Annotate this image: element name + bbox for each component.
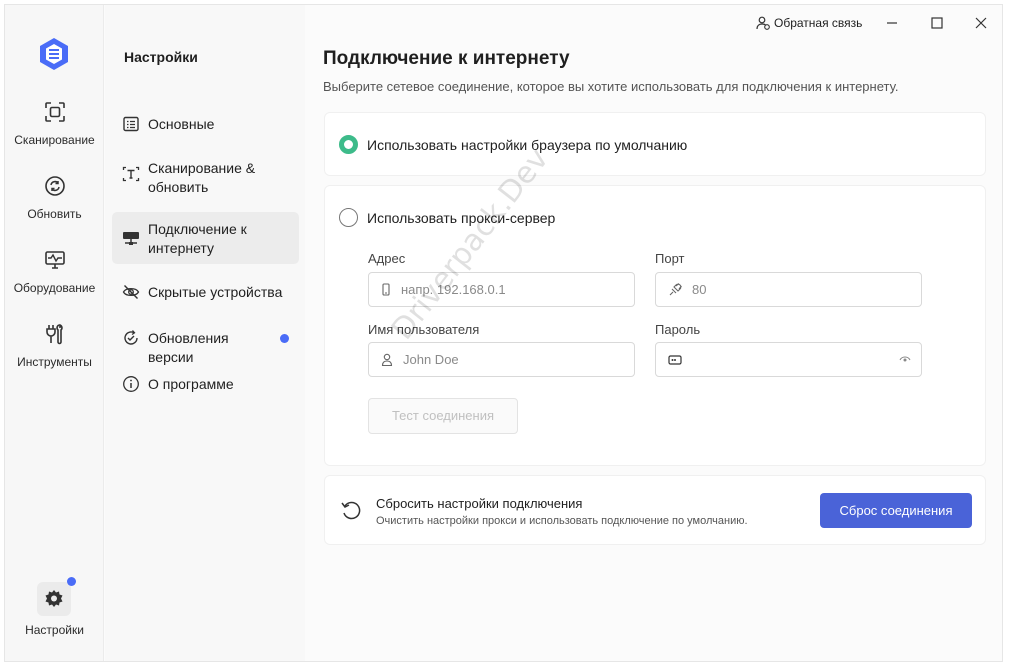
eye-icon[interactable] xyxy=(899,354,911,364)
nav-item-label: Сканирование & обновить xyxy=(148,160,256,195)
radio-proxy-label: Использовать прокси-сервер xyxy=(367,209,556,226)
rail-item-scan[interactable]: Сканирование xyxy=(5,101,104,149)
rail-item-tools[interactable]: Инструменты xyxy=(5,323,104,371)
nav-item-label: Скрытые устройства xyxy=(148,284,283,300)
app-window: Сканирование Обновить Оборудование Инстр… xyxy=(4,4,1003,662)
nav-item-general[interactable]: Основные xyxy=(112,115,299,137)
nav-item-label: Обновления версии xyxy=(148,330,229,365)
rail-settings-label-wrap: Настройки xyxy=(5,621,104,639)
minimize-icon xyxy=(887,22,897,24)
address-label: Адрес xyxy=(368,251,406,266)
username-input[interactable] xyxy=(403,352,603,367)
radio-default-label: Использовать настройки браузера по умолч… xyxy=(367,136,688,153)
device-icon xyxy=(382,282,390,296)
nav-item-hidden-devices[interactable]: Скрытые устройства xyxy=(112,283,299,305)
nav-item-version-updates[interactable]: Обновления версии xyxy=(112,329,299,365)
rail-item-refresh[interactable]: Обновить xyxy=(5,175,104,223)
feedback-label: Обратная связь xyxy=(774,16,863,30)
rail-item-label: Обновить xyxy=(27,207,82,221)
radio-proxy-control[interactable] xyxy=(339,208,358,227)
monitor-pulse-icon xyxy=(44,251,65,269)
page-subtitle: Выберите сетевое соединение, которое вы … xyxy=(323,79,899,94)
nav-item-internet[interactable]: Подключение к интернету xyxy=(112,212,299,264)
address-input[interactable] xyxy=(401,282,601,297)
nav-title: Настройки xyxy=(124,49,198,65)
nav-item-scan-update[interactable]: Сканирование & обновить xyxy=(112,159,299,199)
eye-off-icon xyxy=(122,285,140,299)
radio-default-control[interactable] xyxy=(339,135,358,154)
test-connection-button[interactable]: Тест соединения xyxy=(368,398,518,434)
rail-settings-label: Настройки xyxy=(25,623,84,637)
password-field[interactable] xyxy=(655,342,922,377)
rail-item-hardware[interactable]: Оборудование xyxy=(5,249,104,297)
username-label: Имя пользователя xyxy=(368,322,480,337)
tools-icon xyxy=(45,323,63,345)
update-check-icon xyxy=(124,330,138,345)
reset-connection-button[interactable]: Сброс соединения xyxy=(820,493,972,528)
refresh-icon xyxy=(44,176,65,196)
left-rail: Сканирование Обновить Оборудование Инстр… xyxy=(5,5,104,661)
radio-default-browser[interactable]: Использовать настройки браузера по умолч… xyxy=(339,135,687,154)
user-icon xyxy=(381,353,393,366)
password-label: Пароль xyxy=(655,322,701,337)
reset-title: Сбросить настройки подключения xyxy=(376,496,583,511)
nav-item-label: Основные xyxy=(148,116,215,132)
rail-item-label: Инструменты xyxy=(17,355,92,369)
update-dot xyxy=(280,334,289,343)
default-option-card: Использовать настройки браузера по умолч… xyxy=(324,112,986,176)
app-logo-icon xyxy=(40,38,68,70)
settings-button[interactable] xyxy=(37,582,71,616)
rail-item-label: Оборудование xyxy=(13,281,96,295)
scan-icon xyxy=(44,102,65,122)
port-label: Порт xyxy=(655,251,685,266)
close-button[interactable] xyxy=(966,11,996,35)
radio-proxy-server[interactable]: Использовать прокси-сервер xyxy=(339,208,555,227)
username-field[interactable] xyxy=(368,342,635,377)
maximize-icon xyxy=(931,17,943,29)
gear-icon xyxy=(45,590,63,607)
settings-nav: Настройки Основные Сканирование & обнови… xyxy=(105,5,305,661)
scan-text-icon xyxy=(122,166,140,182)
nav-item-label: Подключение к интернету xyxy=(148,221,247,256)
info-icon xyxy=(123,376,139,392)
port-input[interactable] xyxy=(692,282,892,297)
maximize-button[interactable] xyxy=(922,11,952,35)
network-icon xyxy=(123,232,139,245)
list-settings-icon xyxy=(123,116,139,132)
notification-dot xyxy=(67,577,76,586)
feedback-button[interactable]: Обратная связь xyxy=(756,13,862,33)
port-field[interactable] xyxy=(655,272,922,307)
rail-item-label: Сканирование xyxy=(14,133,95,147)
password-input[interactable] xyxy=(692,352,892,367)
reset-description: Очистить настройки прокси и использовать… xyxy=(376,515,748,527)
password-icon xyxy=(668,354,682,365)
page-title: Подключение к интернету xyxy=(323,48,570,69)
address-field[interactable] xyxy=(368,272,635,307)
user-feedback-icon xyxy=(756,16,770,30)
minimize-button[interactable] xyxy=(877,11,907,35)
close-icon xyxy=(975,17,987,29)
nav-item-about[interactable]: О программе xyxy=(112,375,299,397)
nav-item-label: О программе xyxy=(148,376,234,392)
undo-icon xyxy=(341,501,361,520)
plug-icon xyxy=(669,282,682,295)
